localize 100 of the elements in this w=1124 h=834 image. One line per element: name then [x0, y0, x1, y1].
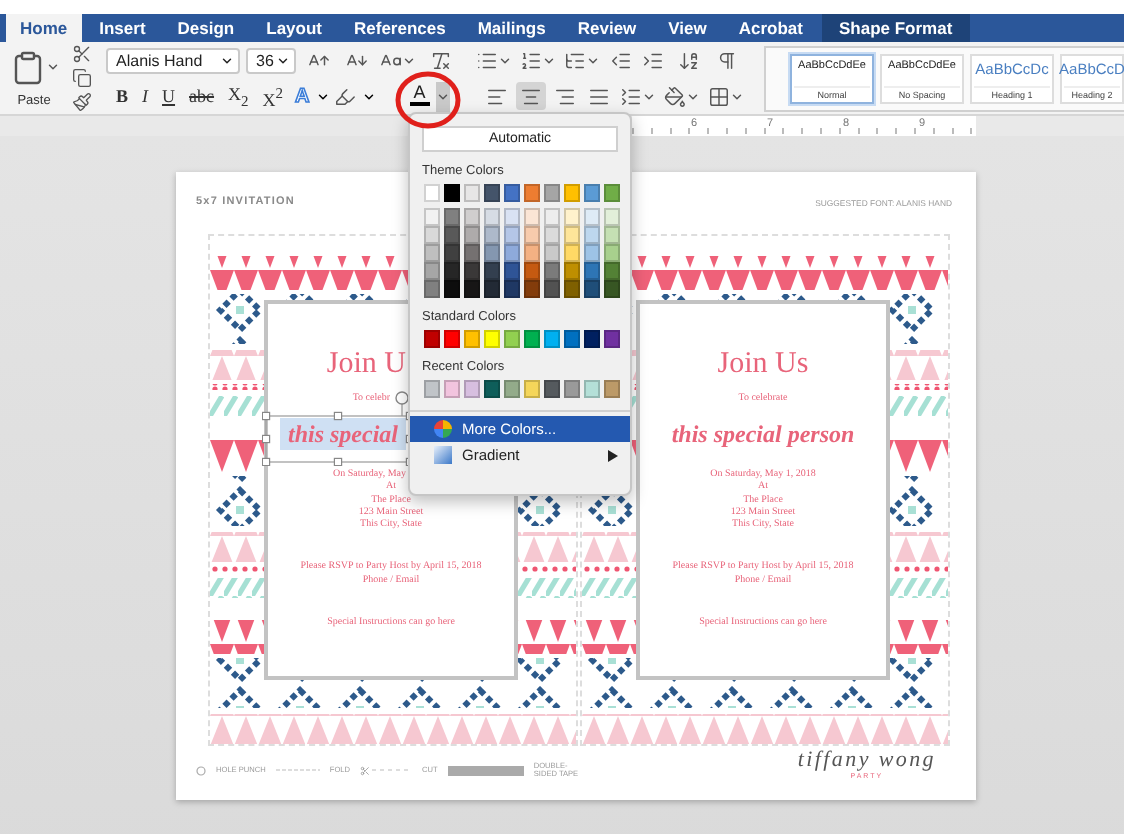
color-swatch[interactable] — [524, 262, 540, 280]
ribbon-tab[interactable]: View — [654, 14, 721, 42]
color-swatch[interactable] — [564, 262, 580, 280]
format-button[interactable]: U — [156, 82, 182, 110]
font-size-field[interactable]: 36 — [246, 47, 296, 73]
color-swatch[interactable] — [544, 244, 560, 262]
color-swatch[interactable] — [564, 330, 580, 348]
color-swatch[interactable] — [604, 280, 620, 298]
color-swatch[interactable] — [484, 208, 500, 226]
color-swatch[interactable] — [504, 226, 520, 244]
color-swatch[interactable] — [524, 280, 540, 298]
format-button[interactable]: I — [136, 82, 155, 110]
color-swatch[interactable] — [504, 330, 520, 348]
color-swatch[interactable] — [544, 280, 560, 298]
color-swatch[interactable] — [444, 280, 460, 298]
color-swatch[interactable] — [424, 208, 440, 226]
copy-button[interactable] — [68, 66, 94, 90]
color-swatch[interactable] — [584, 244, 600, 262]
color-swatch[interactable] — [524, 380, 540, 398]
color-swatch[interactable] — [484, 330, 500, 348]
color-swatch[interactable] — [444, 244, 460, 262]
color-swatch[interactable] — [604, 184, 620, 202]
ribbon-tab[interactable]: Design — [163, 14, 249, 42]
color-swatch[interactable] — [484, 226, 500, 244]
font-color-dropdown[interactable] — [435, 81, 450, 111]
color-swatch[interactable] — [544, 226, 560, 244]
color-swatch[interactable] — [584, 184, 600, 202]
color-swatch[interactable] — [464, 208, 480, 226]
color-swatch[interactable] — [544, 262, 560, 280]
ribbon-tab[interactable]: Review — [563, 14, 651, 42]
color-swatch[interactable] — [484, 262, 500, 280]
color-swatch[interactable] — [424, 380, 440, 398]
shading-button[interactable] — [662, 82, 702, 110]
color-swatch[interactable] — [544, 330, 560, 348]
color-swatch[interactable] — [444, 330, 460, 348]
color-swatch[interactable] — [584, 380, 600, 398]
color-swatch[interactable] — [484, 184, 500, 202]
cut-button[interactable] — [68, 42, 94, 66]
ribbon-tab[interactable]: Shape Format — [821, 14, 971, 42]
color-swatch[interactable] — [444, 262, 460, 280]
color-swatch[interactable] — [444, 184, 460, 202]
align-button[interactable] — [516, 82, 546, 110]
format-button[interactable]: B — [110, 82, 135, 110]
font-name-field[interactable]: Alanis Hand — [106, 47, 240, 73]
color-swatch[interactable] — [444, 226, 460, 244]
borders-button[interactable] — [706, 82, 746, 110]
color-swatch[interactable] — [424, 244, 440, 262]
color-swatch[interactable] — [424, 280, 440, 298]
color-swatch[interactable] — [544, 380, 560, 398]
color-swatch[interactable] — [584, 280, 600, 298]
color-swatch[interactable] — [544, 184, 560, 202]
color-swatch[interactable] — [604, 330, 620, 348]
color-swatch[interactable] — [564, 208, 580, 226]
color-swatch[interactable] — [504, 380, 520, 398]
format-painter-button[interactable] — [68, 90, 94, 114]
color-swatch[interactable] — [464, 244, 480, 262]
ribbon-tab[interactable]: References — [340, 14, 460, 42]
color-swatch[interactable] — [464, 184, 480, 202]
color-swatch[interactable] — [524, 184, 540, 202]
color-swatch[interactable] — [524, 226, 540, 244]
color-swatch[interactable] — [604, 262, 620, 280]
color-swatch[interactable] — [564, 184, 580, 202]
color-swatch[interactable] — [484, 244, 500, 262]
color-swatch[interactable] — [464, 262, 480, 280]
color-swatch[interactable] — [504, 208, 520, 226]
color-swatch[interactable] — [604, 208, 620, 226]
color-swatch[interactable] — [584, 226, 600, 244]
color-swatch[interactable] — [524, 330, 540, 348]
color-swatch[interactable] — [604, 226, 620, 244]
ribbon-tab[interactable]: Mailings — [463, 14, 560, 42]
color-swatch[interactable] — [424, 262, 440, 280]
color-swatch[interactable] — [464, 226, 480, 244]
color-swatch[interactable] — [564, 380, 580, 398]
color-swatch[interactable] — [584, 262, 600, 280]
color-swatch[interactable] — [524, 208, 540, 226]
color-swatch[interactable] — [484, 280, 500, 298]
color-swatch[interactable] — [464, 330, 480, 348]
color-swatch[interactable] — [424, 226, 440, 244]
color-swatch[interactable] — [524, 244, 540, 262]
color-swatch[interactable] — [444, 208, 460, 226]
color-swatch[interactable] — [584, 330, 600, 348]
color-swatch[interactable] — [604, 380, 620, 398]
color-swatch[interactable] — [604, 244, 620, 262]
color-swatch[interactable] — [504, 262, 520, 280]
color-swatch[interactable] — [584, 208, 600, 226]
color-swatch[interactable] — [564, 244, 580, 262]
color-swatch[interactable] — [464, 380, 480, 398]
ribbon-tab[interactable]: Acrobat — [724, 14, 817, 42]
color-swatch[interactable] — [504, 280, 520, 298]
color-swatch[interactable] — [444, 380, 460, 398]
color-swatch[interactable] — [424, 184, 440, 202]
format-button[interactable]: X$^{2}$ — [256, 82, 290, 110]
ribbon-tab[interactable]: Insert — [85, 14, 160, 42]
color-swatch[interactable] — [504, 244, 520, 262]
color-swatch[interactable] — [564, 226, 580, 244]
color-swatch[interactable] — [424, 330, 440, 348]
color-swatch[interactable] — [564, 280, 580, 298]
format-button[interactable]: X$_{2}$ — [222, 82, 255, 110]
font-color-button[interactable]: A — [405, 81, 434, 111]
color-swatch[interactable] — [504, 184, 520, 202]
